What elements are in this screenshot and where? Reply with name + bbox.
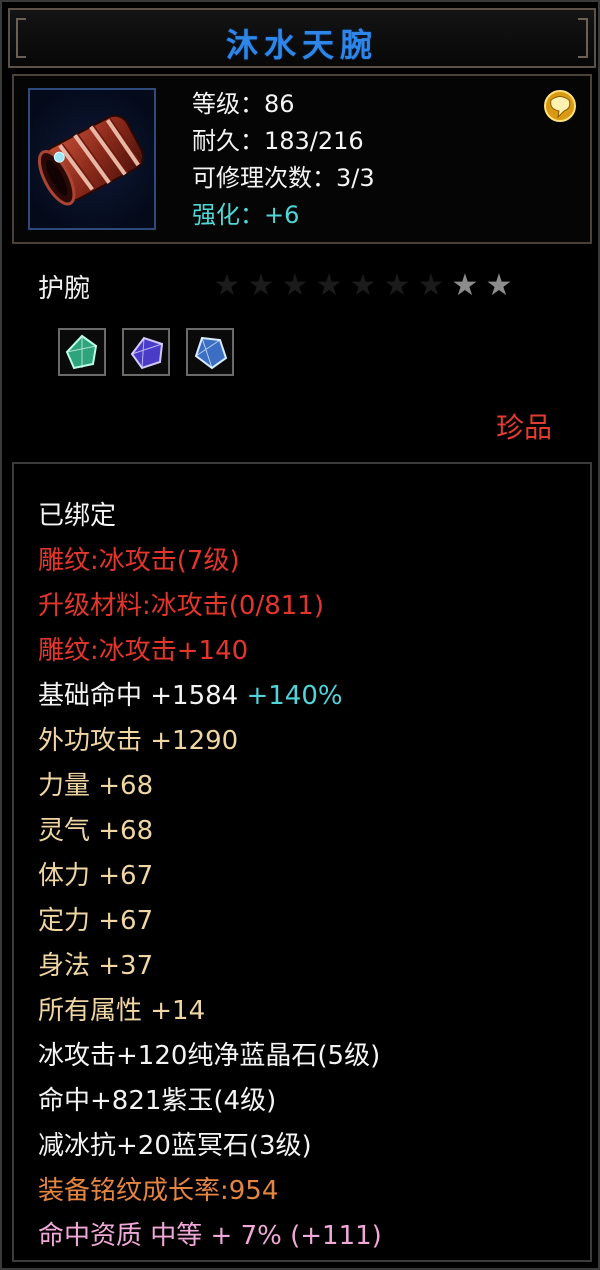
spirit-stat: 灵气 +68 [38,816,154,846]
bound-status: 已绑定 [38,501,117,531]
hit-aptitude-label: 命中资质 [38,1221,151,1251]
repair-count-text: 可修理次数：3/3 [192,164,375,192]
stamina-stat: 体力 +67 [38,861,154,891]
star-icon: ★ [451,268,483,303]
bracer-icon [28,88,156,230]
level-text: 等级：86 [192,90,295,118]
hit-stat: 基础命中 +1584 +140% [38,674,382,719]
durability-text: 耐久：183/216 [192,127,364,155]
hit-aptitude-value: 中等 + 7% (+111) [150,1221,382,1251]
item-name: 沐水天腕 [225,26,378,64]
hit-stat-value: 基础命中 +1584 [38,681,239,711]
strength-stat: 力量 +68 [38,771,154,801]
focus-stat: 定力 +67 [38,906,154,936]
green-gem-icon[interactable] [58,328,106,376]
star-icon: ★ [349,268,381,303]
star-icon: ★ [383,268,415,303]
star-icon: ★ [485,268,517,303]
enhance-stars: ★ ★ ★ ★ ★ ★ ★ ★ ★ [212,268,518,303]
agility-stat: 身法 +37 [38,951,154,981]
all-attributes-stat: 所有属性 +14 [38,996,206,1026]
upgrade-material: 升级材料:冰攻击(0/811) [38,591,324,621]
item-base-stats: 等级：86 耐久：183/216 可修理次数：3/3 强化：+6 [192,86,375,234]
item-header-panel: 等级：86 耐久：183/216 可修理次数：3/3 强化：+6 [12,74,592,244]
link-chat-icon[interactable] [542,88,578,124]
quality-label: 珍品 [495,411,552,444]
gem-bonus-2: 命中+821紫玉(4级) [38,1086,277,1116]
star-icon: ★ [417,268,449,303]
item-tooltip: 沐水天腕 等级：86 耐久：183/216 可修理次数：3/3 强化：+6 护腕… [0,0,600,1270]
star-icon: ★ [213,268,245,303]
star-icon: ★ [247,268,279,303]
purple-gem-icon[interactable] [122,328,170,376]
gem-bonus-3: 减冰抗+20蓝冥石(3级) [38,1131,312,1161]
blue-gem-icon[interactable] [186,328,234,376]
attribute-panel: 已绑定 雕纹:冰攻击(7级) 升级材料:冰攻击(0/811) 雕纹:冰攻击+14… [12,462,592,1262]
item-type: 护腕 [38,274,91,304]
attribute-list: 已绑定 雕纹:冰攻击(7级) 升级材料:冰攻击(0/811) 雕纹:冰攻击+14… [38,494,382,1259]
enhance-text: 强化：+6 [192,201,300,229]
external-attack-stat: 外功攻击 +1290 [38,726,239,756]
gem-bonus-1: 冰攻击+120纯净蓝晶石(5级) [38,1041,381,1071]
engrave-level: 雕纹:冰攻击(7级) [38,546,240,576]
title-bar: 沐水天腕 [8,8,596,68]
star-icon: ★ [315,268,347,303]
hit-stat-bonus: +140% [238,681,343,711]
engrave-bonus: 雕纹:冰攻击+140 [38,636,249,666]
star-icon: ★ [281,268,313,303]
growth-rate: 装备铭纹成长率:954 [38,1176,279,1206]
hit-aptitude: 命中资质 中等 + 7% (+111) [38,1214,382,1259]
